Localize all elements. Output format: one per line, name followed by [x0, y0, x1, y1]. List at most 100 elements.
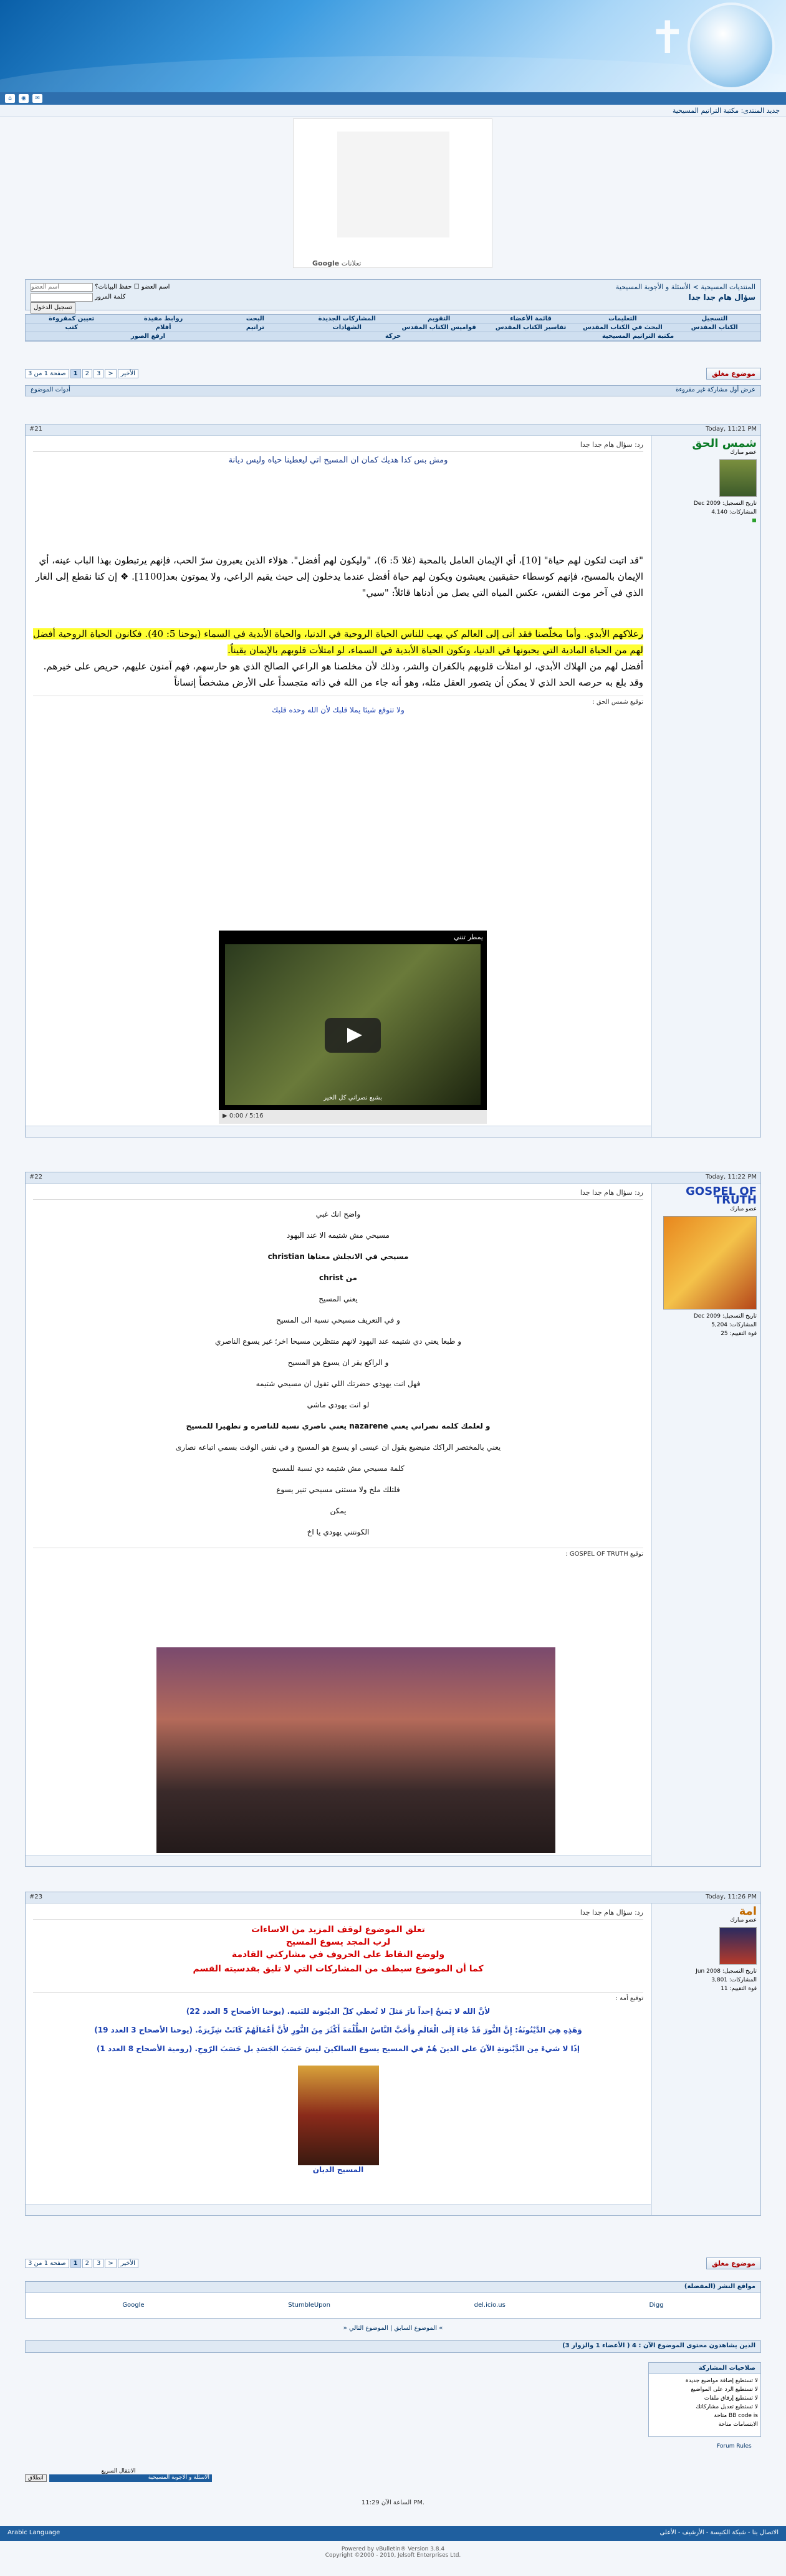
site-banner: ✝ [0, 0, 786, 93]
menu-item[interactable]: التسجيل [669, 315, 760, 323]
post-number[interactable]: #23 [29, 1894, 42, 1902]
avatar[interactable] [719, 1927, 757, 1965]
thread-tools-menu[interactable]: أدوات الموضوع [31, 386, 70, 395]
post-title: رد: سؤال هام جدا جدا [33, 1189, 643, 1200]
page-link[interactable]: 1 [70, 2258, 81, 2268]
menu-item[interactable]: المشاركات الجديدة [301, 315, 393, 323]
menu-item[interactable]: الشهادات [301, 323, 393, 332]
christ-icon-image [297, 2066, 379, 2165]
username[interactable]: شمس الحق [656, 438, 757, 449]
username-input[interactable] [31, 282, 93, 292]
page-last[interactable]: الأخير [117, 2258, 138, 2268]
menu-item[interactable]: تعيين كمقروءة [26, 315, 117, 323]
signature-label: توقيع شمس الحق : [33, 696, 643, 706]
bookmark-digg[interactable]: Digg [649, 2302, 663, 2309]
copyright: Powered by vBulletin® Version 3.8.4 Copy… [325, 2546, 461, 2559]
site-logo[interactable] [688, 2, 775, 90]
jump-go-button[interactable]: انطلاق [25, 2474, 47, 2482]
page-next[interactable]: > [105, 2258, 117, 2268]
thread-nav[interactable]: » الموضوع السابق | الموضوع التالي « [25, 2325, 761, 2332]
navbar: اسم العضو ☐ حفظ البيانات؟ كلمة المرور تس… [25, 279, 761, 314]
post-message: تعلق الموضوع لوقف المزيد من الاساءات [251, 1925, 425, 1935]
post-line: مسيحي في الانجلش معناها christian [267, 1252, 409, 1261]
page-next[interactable]: > [105, 368, 117, 378]
jump-select[interactable]: الأسئلة و الأجوبة المسيحية [49, 2474, 212, 2482]
menu-item[interactable]: روابط مفيدة [117, 315, 209, 323]
post-heading: ومش بس كدا هديك كمان ان المسيح اتي ليعطي… [228, 456, 448, 465]
page-link[interactable]: 2 [82, 2258, 92, 2268]
login-button[interactable]: تسجيل الدخول [31, 302, 75, 314]
menu-item[interactable]: أفلام [117, 323, 209, 332]
bookmark-stumbleupon[interactable]: StumbleUpon [288, 2302, 330, 2309]
page-link[interactable]: 3 [93, 2258, 104, 2268]
page-last[interactable]: الأخير [117, 368, 138, 378]
username[interactable]: GOSPEL OF TRUTH [656, 1186, 757, 1206]
new-topic-ticker[interactable]: جديد المنتدى: مكتبة التراتيم المسيحية [0, 105, 786, 117]
menu-item[interactable]: التعليمات [577, 315, 668, 323]
quick-jump-label: الانتقال السريع [101, 2468, 136, 2474]
signature-label: توقيع GOSPEL OF TRUTH : [33, 1548, 643, 1558]
closed-thread-button[interactable]: موضوع مغلق [706, 367, 761, 380]
user-rank: عضو مبارك [730, 1917, 757, 1923]
username[interactable]: امة [656, 1906, 757, 1917]
avatar[interactable] [719, 459, 757, 497]
post-body: واضح انك غبي مسيحي مش شتيمه الا عند اليهو… [33, 1204, 643, 1543]
post-line: و الراكع يقر ان يسوع هو المسيح [287, 1358, 389, 1367]
home-icon[interactable]: ⌂ [5, 94, 15, 103]
menu-item[interactable]: البحث [209, 315, 301, 323]
page-link[interactable]: 3 [93, 368, 104, 378]
post-paragraph-highlight: رعلاكهم الأبدي. وأما مخلّصنا فقد أتى إلى… [33, 628, 643, 656]
menu-item[interactable]: كتب [26, 323, 117, 332]
menu-item[interactable]: ترانيم [209, 323, 301, 332]
pager-label: صفحة 1 من 3 [25, 2258, 69, 2268]
play-icon[interactable] [325, 1017, 381, 1053]
post-line: كلمة مسيحي مش شتيمه دي نسبة للمسيح [272, 1464, 405, 1473]
bookmark-delicious[interactable]: del.icio.us [474, 2302, 506, 2309]
language-select[interactable]: Arabic Language [7, 2529, 60, 2538]
menu-item[interactable]: ارفع الصور [26, 332, 271, 340]
forum-rules-link[interactable]: Forum Rules [717, 2443, 752, 2449]
post-line: فهل انت يهودي حضرتك اللي تقول ان مسيحي ش… [256, 1379, 421, 1388]
smilies-status[interactable]: الابتسامات متاحة [651, 2420, 758, 2429]
ad-box[interactable]: Google تعلانات [293, 118, 492, 268]
signature-label: توقيع أمة : [33, 1992, 643, 2002]
mail-icon[interactable]: ✉ [32, 94, 42, 103]
avatar[interactable] [663, 1216, 757, 1310]
breadcrumb-path[interactable]: المنتديات المسيحية > الأسئلة و الأجوبة ا… [616, 282, 755, 292]
closed-thread-button[interactable]: موضوع مغلق [706, 2257, 761, 2269]
thread-tools-bar: عرض أول مشاركة غير مقروءة أدوات الموضوع [25, 385, 761, 396]
menu-item[interactable]: حركة [271, 332, 515, 340]
icon-caption: المسيح الديان [312, 2165, 364, 2174]
pager-row-bottom: صفحة 1 من 3 1 2 3 > الأخير موضوع مغلق [25, 2256, 761, 2270]
password-input[interactable] [31, 292, 93, 302]
join-date: تاريخ التسجيل: Dec 2009 [693, 500, 757, 507]
ad-suffix: تعلانات [341, 259, 362, 267]
post-paragraph: أفضل لهم من الهلاك الأبدي، لو امتلأت قلو… [43, 661, 643, 688]
menu-item[interactable]: قائمة الأعضاء [485, 315, 577, 323]
post-date: Today, 11:26 PM [706, 1894, 757, 1900]
bbcode-status[interactable]: BB code is متاحة [651, 2411, 759, 2420]
post-footer [26, 1855, 651, 1866]
menu-item[interactable]: الكتاب المقدس [669, 323, 760, 332]
menu-item[interactable]: قواميس الكتاب المقدس [393, 323, 485, 332]
post-date: Today, 11:21 PM [706, 426, 757, 433]
post-number[interactable]: #22 [29, 1174, 42, 1182]
ad-image[interactable] [337, 132, 449, 237]
menu-item[interactable]: تفاسير الكتاب المقدس [485, 323, 577, 332]
bookmark-google[interactable]: Google [122, 2302, 144, 2309]
rss-icon[interactable]: ◉ [19, 94, 29, 103]
menu-item[interactable]: مكتبة التراتيم المسيحية [515, 332, 760, 340]
menu-item[interactable]: البحث في الكتاب المقدس [577, 323, 668, 332]
remember-checkbox[interactable]: ☐ حفظ البيانات؟ [95, 284, 140, 290]
video-controls[interactable]: ▶ 0:00 / 5:16 [219, 1110, 487, 1124]
viewers-box: الذين يشاهدون محتوى الموضوع الآن : 4 ( ا… [25, 2340, 761, 2353]
post-line: مسيحي مش شتيمه الا عند اليهود [287, 1231, 390, 1240]
page-link[interactable]: 2 [82, 368, 92, 378]
video-time: 0:00 / 5:16 [229, 1113, 264, 1119]
bottom-links[interactable]: الاتصال بنا - شبكة الكنيسة - الأرشيف - ا… [660, 2529, 779, 2538]
post-number[interactable]: #21 [29, 426, 42, 434]
menu-item[interactable]: التقويم [393, 315, 485, 323]
page-link[interactable]: 1 [70, 368, 81, 378]
first-unread-link[interactable]: عرض أول مشاركة غير مقروءة [676, 386, 755, 395]
video-player[interactable]: يمطر تنني بشبع نصراني كل الخير ▶ 0:00 / … [219, 931, 487, 1124]
